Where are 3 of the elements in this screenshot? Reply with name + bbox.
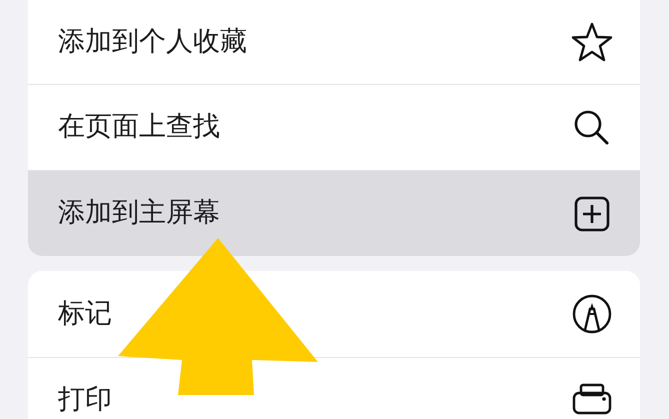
menu-item[interactable]: 添加到主屏幕 — [28, 170, 640, 256]
star-icon — [570, 20, 614, 64]
pen-circle-icon — [570, 292, 614, 336]
